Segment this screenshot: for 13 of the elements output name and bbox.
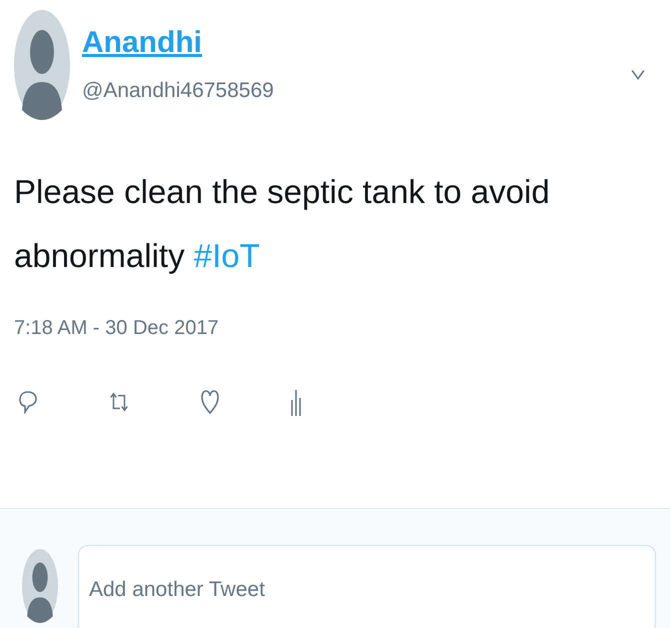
tweet-text: Please clean the septic tank to avoid abnormality #IoT [14,172,551,276]
reply-icon[interactable] [18,390,38,414]
hashtag-link[interactable]: #IoT [194,237,260,274]
author-name[interactable]: Anandhi [82,28,274,58]
heart-icon[interactable] [200,389,220,415]
reply-input-field[interactable]: Add another Tweet [78,545,656,628]
retweet-icon[interactable] [108,390,130,414]
chevron-down-icon[interactable] [631,67,645,81]
tweet-timestamp: 7:18 AM - 30 Dec 2017 [14,318,220,338]
author-handle: @Anandhi46758569 [82,80,274,101]
stats-icon[interactable] [290,388,302,416]
avatar-icon [14,10,70,120]
avatar-icon [22,549,58,623]
